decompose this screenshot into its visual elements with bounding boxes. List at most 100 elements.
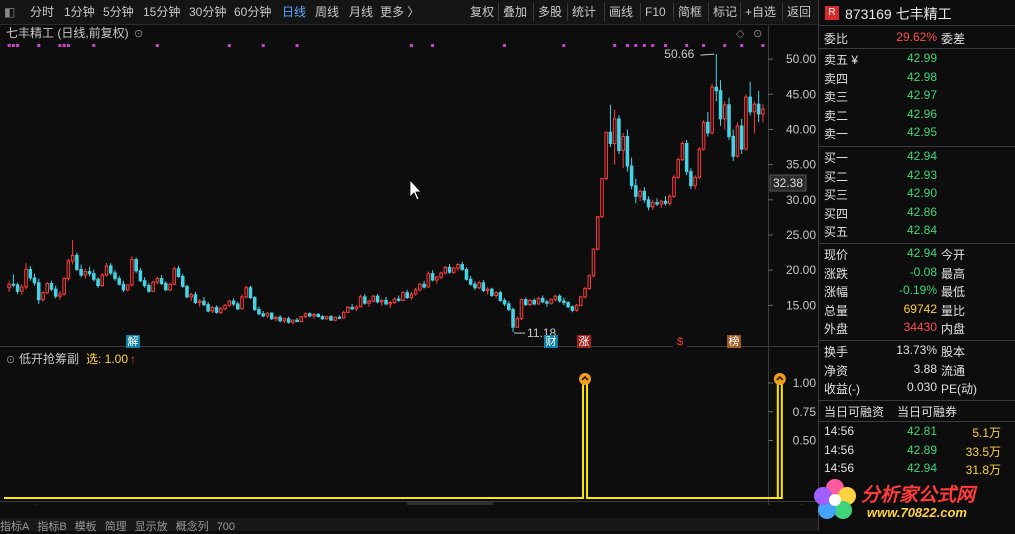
candle-body <box>748 96 752 113</box>
period-tab-0[interactable]: 分时 <box>30 4 54 20</box>
watermark-url: www.70822.com <box>867 505 967 520</box>
candle-body <box>248 287 253 299</box>
candle-body <box>507 303 511 311</box>
bottom-tab-0[interactable]: 指标A <box>0 521 29 533</box>
title-options-icon[interactable]: ⊙ <box>134 28 143 40</box>
toolbar-button-3[interactable]: 统计 <box>572 4 596 20</box>
signal-dot <box>613 44 617 47</box>
date-axis-label-4: 2025/03/11/二 <box>411 504 486 505</box>
signal-dot <box>503 44 507 47</box>
candle-body <box>244 287 249 298</box>
chart-options-icon[interactable]: ⊙ <box>753 28 762 40</box>
kline-chart-svg[interactable]: 七丰精工 (日线,前复权) ⊙ 50.00 45.00 40.00 35.00 30.00 2… <box>0 25 818 518</box>
candle-body <box>58 293 62 297</box>
signal-dot <box>702 44 706 47</box>
indicator-axis-label: 0.75 <box>793 405 817 419</box>
candle-body <box>604 131 608 180</box>
candle-body <box>11 283 16 286</box>
panel-divider <box>819 48 1015 49</box>
toolbar-button-8[interactable]: +自选 <box>745 4 776 20</box>
candle-body <box>45 283 49 294</box>
candle-body <box>24 268 28 288</box>
event-marker-0[interactable]: 解 <box>128 334 139 348</box>
candle-body <box>75 254 79 270</box>
stat-value-3: 69742 <box>903 301 937 316</box>
stat-value-1: -0.08 <box>909 264 937 279</box>
bottom-tab-3[interactable]: 简理 <box>105 521 127 533</box>
bid-price-1: 42.93 <box>906 167 937 182</box>
candle-body <box>756 103 761 115</box>
panel-divider <box>819 340 1015 341</box>
candle-body <box>41 292 45 301</box>
period-tab-3[interactable]: 15分钟 <box>143 4 180 20</box>
chart-background <box>0 25 818 505</box>
toolbar-button-0[interactable]: 复权 <box>470 4 494 20</box>
period-tab-8[interactable]: 月线 <box>349 4 373 20</box>
period-tab-4[interactable]: 30分钟 <box>189 4 226 20</box>
period-tab-7[interactable]: 周线 <box>315 4 339 20</box>
candle-body <box>523 299 528 306</box>
date-axis-label-9[interactable]: 日线 <box>782 504 806 518</box>
main-chart-title: 七丰精工 (日线,前复权) <box>6 25 129 40</box>
toolbar-button-2[interactable]: 多股 <box>538 4 562 20</box>
candle-body <box>388 302 393 305</box>
period-tab-1[interactable]: 1分钟 <box>64 4 95 20</box>
candle-body <box>447 266 452 273</box>
period-tab-2[interactable]: 5分钟 <box>103 4 134 20</box>
toolbar-button-1[interactable]: 叠加 <box>503 4 527 20</box>
candle-body <box>83 271 88 276</box>
date-axis-label-1: 12 <box>126 504 140 505</box>
chart-area[interactable]: 七丰精工 (日线,前复权) ⊙ 50.00 45.00 40.00 35.00 30.00 2… <box>0 25 818 518</box>
event-marker-4[interactable]: 榜 <box>729 334 740 348</box>
bottom-tab-6[interactable]: 700 <box>217 521 235 533</box>
margin-header-0: 当日可融资 <box>824 405 885 419</box>
bottom-tab-5[interactable]: 概念列 <box>176 521 209 533</box>
candle-body <box>252 297 257 311</box>
ask-label-4: 卖一 <box>824 127 849 142</box>
stat-value-0: 42.94 <box>906 246 937 260</box>
event-marker-1[interactable]: 财 <box>546 334 557 348</box>
toolbar-button-4[interactable]: 画线 <box>609 4 633 20</box>
bottom-tab-strip: 指标A 指标B 模板 简理 显示放 概念列 700 <box>0 518 818 533</box>
event-marker-2[interactable]: 涨 <box>579 335 590 348</box>
candle-body <box>663 200 668 204</box>
candle-body <box>125 284 130 291</box>
candle-body <box>117 278 121 285</box>
candle-body <box>320 316 325 320</box>
candle-body <box>104 265 109 276</box>
period-tab-6[interactable]: 日线 <box>282 4 306 20</box>
stat2-value-0: 13.73% <box>896 343 937 357</box>
trade-price-1: 42.89 <box>906 442 937 457</box>
bottom-tab-4[interactable]: 显示放 <box>135 521 168 533</box>
bottom-tab-1[interactable]: 指标B <box>37 521 66 533</box>
period-tab-9[interactable]: 更多 〉 <box>380 4 419 20</box>
period-tab-5[interactable]: 60分钟 <box>234 4 271 20</box>
diamond-icon[interactable]: ◇ <box>736 28 745 40</box>
signal-dot <box>409 44 413 47</box>
toolbar-button-6[interactable]: 简框 <box>678 4 702 20</box>
candle-body <box>655 202 659 205</box>
candle-body <box>667 195 672 204</box>
stat-label-3: 总量 <box>824 303 849 318</box>
indicator-title: 低开抢筹副 <box>19 351 79 366</box>
candle-body <box>714 86 719 92</box>
candle-body <box>494 292 498 296</box>
date-axis-label-6: 5 <box>567 504 574 505</box>
toolbar-button-9[interactable]: 返回 <box>787 4 811 20</box>
candle-body <box>346 306 350 313</box>
trade-price-0: 42.81 <box>906 424 937 438</box>
candle-body <box>354 306 359 310</box>
candle-body <box>341 311 346 319</box>
collapse-icon[interactable]: ◧ <box>4 4 15 20</box>
candle-body <box>498 292 503 301</box>
toolbar-button-5[interactable]: F10 <box>645 4 666 20</box>
trade-volume-1: 33.5万 <box>965 444 1001 459</box>
indicator-options-icon[interactable]: ⊙ <box>6 354 15 366</box>
stat2-label-0: 换手 <box>824 345 849 359</box>
candle-body <box>562 300 566 304</box>
candle-body <box>680 143 685 161</box>
panel-divider <box>819 243 1015 244</box>
event-marker-3[interactable]: $ <box>677 336 683 348</box>
bottom-tab-2[interactable]: 模板 <box>75 521 97 533</box>
toolbar-button-7[interactable]: 标记 <box>713 4 737 20</box>
